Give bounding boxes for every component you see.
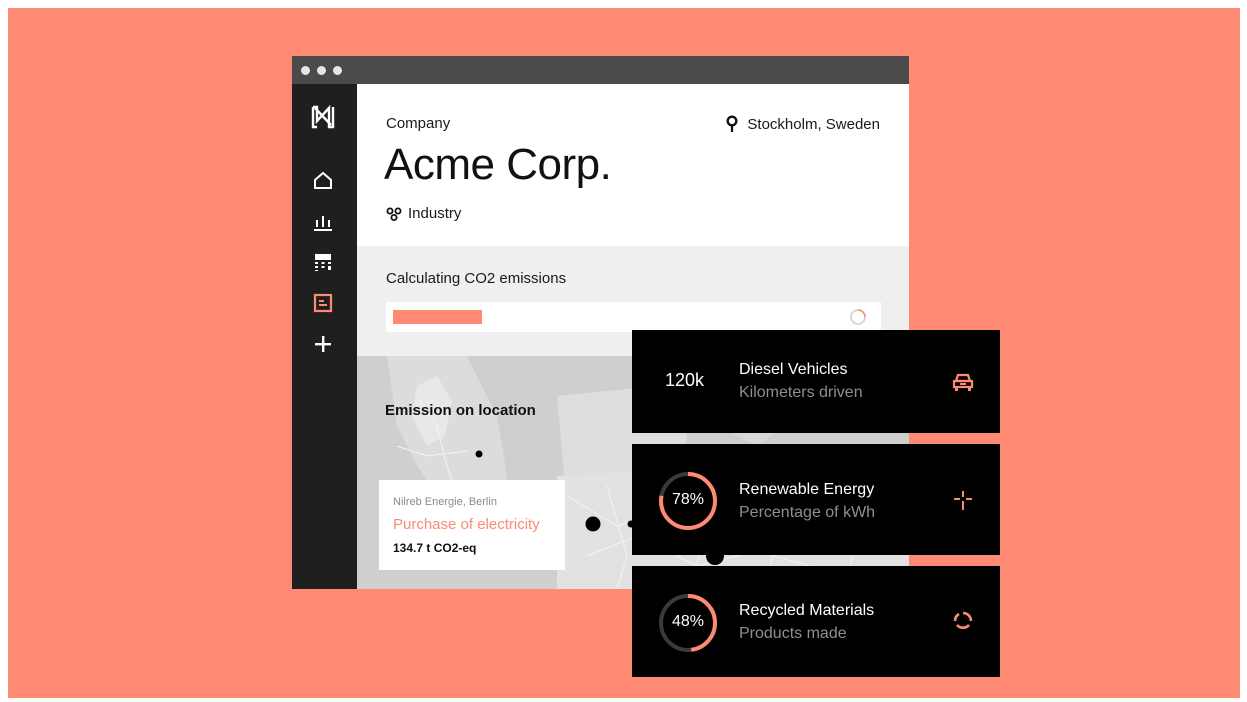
- card-value: 120k: [665, 370, 705, 390]
- progress-bar: [386, 302, 881, 332]
- map-title: Emission on location: [385, 402, 536, 419]
- location[interactable]: Stockholm, Sweden: [725, 115, 880, 133]
- company-label: Company: [386, 115, 451, 132]
- background-stage: Company Stockholm, Sweden Acme Corp. Ind…: [8, 8, 1240, 698]
- map-popup[interactable]: Nilreb Energie, Berlin Purchase of elect…: [379, 480, 565, 570]
- report-icon[interactable]: [312, 292, 334, 314]
- window-titlebar: [292, 56, 909, 84]
- location-pin-icon: [726, 115, 738, 132]
- location-text: Stockholm, Sweden: [747, 115, 880, 133]
- popup-source: Nilreb Energie, Berlin: [393, 496, 497, 508]
- car-icon: [952, 373, 974, 391]
- sidebar: [292, 84, 357, 589]
- card-value: 48%: [671, 613, 705, 630]
- calculator-icon[interactable]: [312, 251, 334, 273]
- popup-value: 134.7 t CO2-eq: [393, 541, 477, 555]
- window-maximize-dot[interactable]: [333, 66, 342, 75]
- calculation-title: Calculating CO2 emissions: [386, 270, 567, 287]
- window-close-dot[interactable]: [301, 66, 310, 75]
- card-subtitle: Percentage of kWh: [739, 504, 876, 521]
- card-title: Diesel Vehicles: [739, 361, 848, 378]
- plus-icon[interactable]: [312, 333, 334, 355]
- card-renewable-energy[interactable]: 78% Renewable Energy Percentage of kWh: [632, 444, 1000, 555]
- card-subtitle: Products made: [739, 625, 847, 642]
- industry: Industry: [386, 205, 461, 222]
- industry-icon: [386, 207, 402, 221]
- card-recycled-materials[interactable]: 48% Recycled Materials Products made: [632, 566, 1000, 677]
- loading-spinner-icon: [850, 309, 866, 325]
- bar-chart-icon[interactable]: [312, 211, 334, 233]
- recycle-icon: [953, 611, 973, 629]
- card-subtitle: Kilometers driven: [739, 384, 863, 401]
- page-title: Acme Corp.: [384, 140, 612, 189]
- card-title: Renewable Energy: [739, 481, 875, 498]
- industry-text: Industry: [408, 205, 462, 222]
- card-diesel-vehicles[interactable]: 120k Diesel Vehicles Kilometers driven: [632, 330, 1000, 433]
- wind-turbine-icon: [954, 491, 972, 510]
- company-header: Company Stockholm, Sweden Acme Corp. Ind…: [357, 84, 909, 246]
- progress-bar-fill: [393, 310, 482, 324]
- popup-title: Purchase of electricity: [393, 516, 540, 533]
- card-title: Recycled Materials: [739, 602, 875, 619]
- window-minimize-dot[interactable]: [317, 66, 326, 75]
- logo-icon[interactable]: [310, 104, 336, 130]
- home-icon[interactable]: [312, 170, 334, 192]
- card-value: 78%: [671, 491, 705, 508]
